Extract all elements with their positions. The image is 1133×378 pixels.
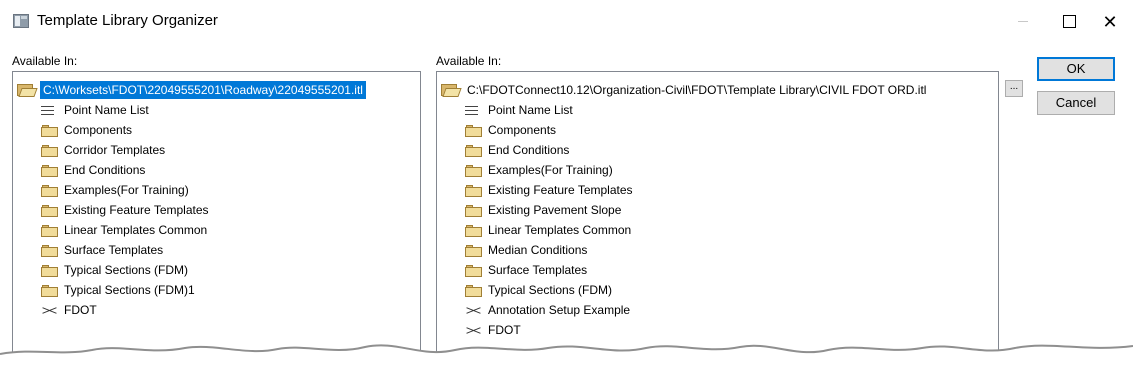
folder-icon [41, 224, 58, 237]
right-root-path: C:\FDOTConnect10.12\Organization-Civil\F… [467, 83, 927, 97]
maximize-button[interactable] [1046, 0, 1092, 44]
left-root-path: C:\Worksets\FDOT\22049555201\Roadway\220… [39, 80, 367, 100]
close-button[interactable]: ✕ [1087, 0, 1133, 44]
folder-icon [465, 124, 482, 137]
tree-item[interactable]: FDOT [41, 300, 97, 320]
list-icon [465, 104, 481, 117]
folder-icon [465, 224, 482, 237]
folder-icon [465, 244, 482, 257]
tree-item-label: Existing Feature Templates [488, 183, 633, 197]
folder-icon [41, 184, 58, 197]
tree-item[interactable]: End Conditions [41, 160, 145, 180]
folder-icon [465, 264, 482, 277]
ok-button[interactable]: OK [1037, 57, 1115, 81]
tree-item-label: Point Name List [64, 103, 149, 117]
folder-icon [41, 284, 58, 297]
folder-icon [465, 184, 482, 197]
folder-icon [41, 124, 58, 137]
tree-item[interactable]: Corridor Templates [41, 140, 165, 160]
template-icon [465, 305, 482, 317]
open-folder-icon [441, 84, 462, 98]
tree-item-label: Typical Sections (FDM) [488, 283, 613, 297]
list-icon [41, 104, 57, 117]
tree-item[interactable]: End Conditions [465, 140, 569, 160]
minimize-icon [1018, 21, 1028, 23]
folder-icon [41, 144, 58, 157]
tree-item-label: End Conditions [64, 163, 146, 177]
folder-icon [41, 204, 58, 217]
tree-item-label: Linear Templates Common [64, 223, 208, 237]
tree-item-label: Components [488, 123, 557, 137]
tree-item[interactable]: Linear Templates Common [41, 220, 207, 240]
tree-item[interactable]: Median Conditions [465, 240, 587, 260]
right-tree-root[interactable]: C:\FDOTConnect10.12\Organization-Civil\F… [441, 80, 929, 100]
tree-item[interactable]: Point Name List [465, 100, 573, 120]
app-icon [13, 14, 29, 28]
tree-item[interactable]: Existing Feature Templates [465, 180, 633, 200]
tree-item-label: Annotation Setup Example [488, 303, 631, 317]
tree-item-label: Examples(For Training) [488, 163, 613, 177]
tree-item[interactable]: Components [465, 120, 556, 140]
tree-item[interactable]: Surface Templates [41, 240, 163, 260]
tree-item-label: Components [64, 123, 133, 137]
minimize-button[interactable] [1000, 0, 1046, 44]
tree-item-label: Median Conditions [488, 243, 588, 257]
tree-item[interactable]: Typical Sections (FDM) [41, 260, 188, 280]
cancel-button[interactable]: Cancel [1037, 91, 1115, 115]
tree-item-label: Typical Sections (FDM)1 [64, 283, 195, 297]
folder-icon [465, 284, 482, 297]
maximize-icon [1062, 15, 1076, 29]
folder-icon [465, 164, 482, 177]
folder-icon [465, 144, 482, 157]
left-available-label: Available In: [12, 54, 78, 68]
tree-item-label: Linear Templates Common [488, 223, 632, 237]
close-icon: ✕ [1102, 12, 1118, 32]
tree-item-label: Existing Feature Templates [64, 203, 209, 217]
window-title: Template Library Organizer [37, 12, 218, 29]
tree-item-label: Existing Pavement Slope [488, 203, 622, 217]
tree-item[interactable]: Examples(For Training) [41, 180, 189, 200]
right-available-label: Available In: [436, 54, 502, 68]
tree-item-label: FDOT [64, 303, 97, 317]
tree-item[interactable]: Typical Sections (FDM)1 [41, 280, 195, 300]
tree-item[interactable]: Linear Templates Common [465, 220, 631, 240]
tree-item[interactable]: Typical Sections (FDM) [465, 280, 612, 300]
tree-item[interactable]: Examples(For Training) [465, 160, 613, 180]
tree-item-label: Point Name List [488, 103, 573, 117]
folder-icon [41, 244, 58, 257]
folder-icon [465, 204, 482, 217]
tree-item-label: Typical Sections (FDM) [64, 263, 189, 277]
tree-item-label: Surface Templates [64, 243, 164, 257]
tree-item[interactable]: Components [41, 120, 132, 140]
tree-item[interactable]: Existing Pavement Slope [465, 200, 621, 220]
left-tree-root[interactable]: C:\Worksets\FDOT\22049555201\Roadway\220… [17, 80, 367, 100]
browse-button[interactable]: ... [1005, 80, 1023, 97]
torn-edge-decoration [0, 344, 1133, 378]
tree-item-label: Surface Templates [488, 263, 588, 277]
tree-item[interactable]: Surface Templates [465, 260, 587, 280]
tree-item[interactable]: Annotation Setup Example [465, 300, 630, 320]
tree-item[interactable]: Point Name List [41, 100, 149, 120]
tree-item-label: Examples(For Training) [64, 183, 189, 197]
tree-item-label: Corridor Templates [64, 143, 166, 157]
title-bar: Template Library Organizer ✕ [0, 0, 1133, 44]
tree-item[interactable]: Existing Feature Templates [41, 200, 209, 220]
tree-item-label: End Conditions [488, 143, 570, 157]
open-folder-icon [17, 84, 38, 98]
folder-icon [41, 164, 58, 177]
template-icon [41, 305, 58, 317]
folder-icon [41, 264, 58, 277]
